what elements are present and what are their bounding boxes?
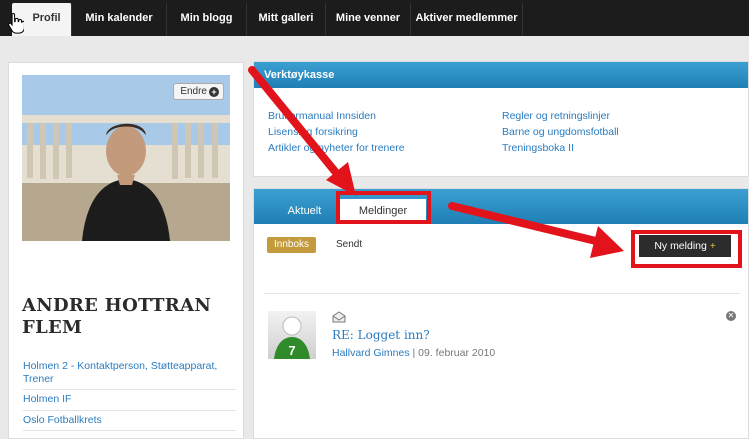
message-meta: Hallvard Gimnes | 09. februar 2010	[332, 347, 496, 359]
edit-profile-button[interactable]: Endre +	[173, 83, 224, 100]
tab-mitt-galleri[interactable]: Mitt galleri	[247, 3, 326, 36]
toolbox-link[interactable]: Artikler og nyheter for trenere	[268, 142, 405, 154]
tab-aktiver-medlemmer[interactable]: Aktiver medlemmer	[411, 3, 523, 36]
message-sender[interactable]: Hallvard Gimnes	[332, 347, 410, 359]
affiliation-link[interactable]: Oslo Fotballkrets	[23, 411, 236, 431]
profile-name: ANDRE HOTTRAN FLEM	[22, 295, 212, 338]
toolbox-panel: Verktøykasse Brukermanual Innsiden Lisen…	[253, 61, 749, 177]
toolbox-link[interactable]: Lisensing forsikring	[268, 126, 358, 138]
messages-tabbar: Aktuelt Meldinger	[254, 189, 748, 224]
messages-panel: Aktuelt Meldinger Innboks Sendt Ny meldi…	[253, 188, 749, 439]
tab-label: Min blogg	[180, 12, 233, 24]
avatar-number: 7	[288, 343, 295, 358]
toolbox-title: Verktøykasse	[254, 62, 748, 88]
plus-circle-icon: +	[209, 87, 219, 97]
tab-min-blogg[interactable]: Min blogg	[167, 3, 247, 36]
hand-cursor-icon	[8, 12, 24, 34]
toolbox-link[interactable]: Regler og retningslinjer	[502, 110, 610, 122]
top-navigation: Profil Min kalender Min blogg Mitt galle…	[0, 0, 749, 36]
profile-photo: Endre +	[22, 75, 230, 241]
delete-message-icon[interactable]: ✕	[726, 311, 736, 321]
affiliation-list: Holmen 2 - Kontaktperson, Støtteapparat,…	[23, 357, 236, 431]
inbox-filter-button[interactable]: Innboks	[267, 237, 317, 253]
profile-sidebar: Endre + ANDRE HOTTRAN FLEM Holmen 2 - Kon…	[8, 62, 244, 439]
tab-label: Aktiver medlemmer	[415, 12, 518, 24]
tab-label: Profil	[32, 12, 61, 24]
toolbox-link[interactable]: Brukermanual Innsiden	[268, 110, 376, 122]
highlight-box-meldinger	[336, 191, 431, 224]
tab-label: Mitt galleri	[258, 12, 314, 24]
affiliation-link[interactable]: Holmen IF	[23, 390, 236, 411]
tab-aktuelt[interactable]: Aktuelt	[272, 199, 337, 224]
avatar: 7	[268, 311, 316, 359]
sent-filter-button[interactable]: Sendt	[336, 237, 362, 253]
open-envelope-icon	[332, 311, 346, 323]
edit-label: Endre	[180, 86, 207, 97]
highlight-box-ny-melding	[631, 230, 742, 268]
message-subject[interactable]: RE: Logget inn?	[332, 328, 430, 342]
message-date: 09. februar 2010	[418, 347, 496, 359]
affiliation-link[interactable]: Holmen 2 - Kontaktperson, Støtteapparat,…	[23, 357, 236, 390]
divider	[264, 293, 740, 294]
message-list-item[interactable]: 7 RE: Logget inn? Hallvard Gimnes | 09. …	[268, 307, 738, 367]
tab-label: Min kalender	[85, 12, 153, 24]
toolbox-link[interactable]: Barne og ungdomsfotball	[502, 126, 619, 138]
default-avatar-icon: 7	[274, 316, 310, 359]
toolbox-link[interactable]: Treningsboka II	[502, 142, 574, 154]
tab-label: Mine venner	[335, 12, 401, 24]
tab-min-kalender[interactable]: Min kalender	[72, 3, 167, 36]
tab-mine-venner[interactable]: Mine venner	[326, 3, 411, 36]
